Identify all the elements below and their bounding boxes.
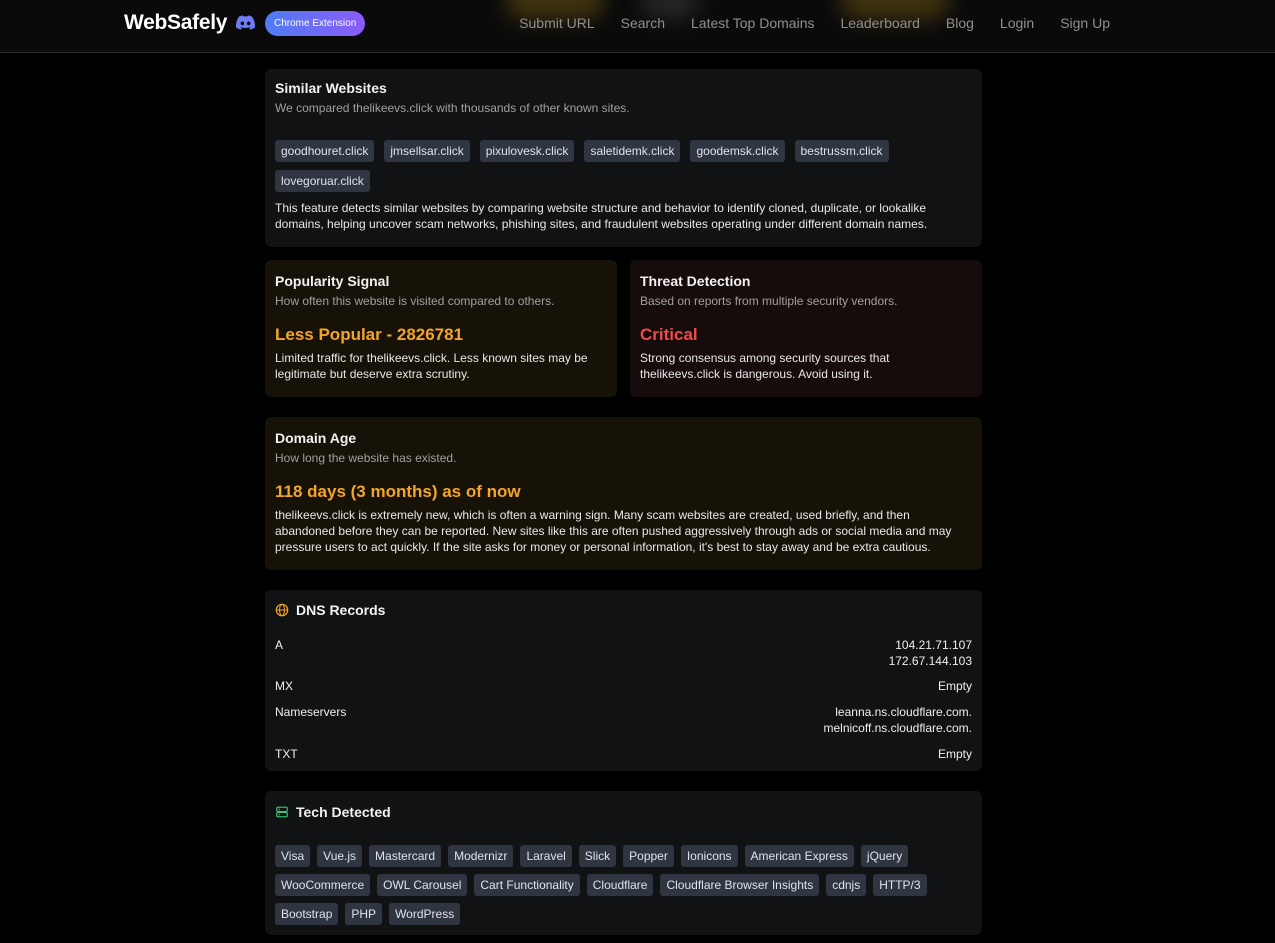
popularity-subtitle: How often this website is visited compar… (275, 294, 555, 308)
popularity-value: Less Popular - 2826781 (275, 325, 464, 344)
nav-search[interactable]: Search (621, 15, 665, 31)
tech-detected-card: Tech Detected Visa Vue.js Mastercard Mod… (265, 791, 982, 935)
tech-chip[interactable]: jQuery (860, 845, 909, 867)
similar-site-chip[interactable]: bestrussm.click (794, 140, 889, 162)
tech-chip[interactable]: Modernizr (448, 845, 514, 867)
tech-chip[interactable]: Slick (578, 845, 617, 867)
nav-latest-top-domains[interactable]: Latest Top Domains (691, 15, 814, 31)
similar-sites-list: goodhouret.click jmsellsar.click pixulov… (275, 140, 972, 192)
dns-record-type: MX (275, 679, 293, 693)
tech-list: Visa Vue.js Mastercard Modernizr Laravel… (275, 845, 972, 925)
nav-submit-url[interactable]: Submit URL (519, 15, 594, 31)
popularity-signal-card: Popularity Signal How often this website… (265, 260, 617, 397)
domain-age-value: 118 days (3 months) as of now (275, 482, 521, 501)
tech-chip[interactable]: American Express (744, 845, 854, 867)
similar-site-chip[interactable]: goodhouret.click (275, 140, 375, 162)
dns-record-value: leanna.ns.cloudflare.com. (835, 705, 972, 719)
tech-detected-title: Tech Detected (296, 804, 391, 820)
similar-site-chip[interactable]: saletidemk.click (584, 140, 681, 162)
tech-chip[interactable]: PHP (345, 903, 383, 925)
tech-chip[interactable]: Mastercard (369, 845, 442, 867)
dns-record-type: Nameservers (275, 705, 347, 719)
domain-age-card: Domain Age How long the website has exis… (265, 417, 982, 570)
tech-chip[interactable]: WooCommerce (275, 874, 371, 896)
dns-record-type: A (275, 638, 284, 652)
threat-description: Strong consensus among security sources … (640, 351, 890, 381)
top-nav-bar: WebSafely Chrome Extension Submit URL Se… (0, 0, 1275, 53)
dns-record-row: Nameservers leanna.ns.cloudflare.com. me… (275, 704, 972, 736)
domain-age-description: thelikeevs.click is extremely new, which… (275, 508, 952, 554)
dns-record-value: Empty (937, 679, 972, 693)
nav-login[interactable]: Login (1000, 15, 1034, 31)
dns-records-title: DNS Records (296, 602, 386, 618)
tech-detected-header: Tech Detected (275, 804, 972, 820)
dns-record-row: A 104.21.71.107 172.67.144.103 (275, 637, 972, 669)
tech-chip[interactable]: cdnjs (826, 874, 867, 896)
dns-record-row: MX Empty (275, 678, 972, 694)
popularity-description: Limited traffic for thelikeevs.click. Le… (275, 351, 588, 381)
dns-records-card: DNS Records A 104.21.71.107 172.67.144.1… (265, 590, 982, 771)
similar-site-chip[interactable]: jmsellsar.click (384, 140, 470, 162)
globe-icon (275, 603, 289, 617)
nav-leaderboard[interactable]: Leaderboard (840, 15, 919, 31)
threat-title: Threat Detection (640, 273, 751, 289)
tech-chip[interactable]: Visa (275, 845, 311, 867)
nav-sign-up[interactable]: Sign Up (1060, 15, 1110, 31)
tech-chip[interactable]: Cart Functionality (474, 874, 580, 896)
dns-record-value: 172.67.144.103 (888, 654, 972, 668)
chrome-extension-button[interactable]: Chrome Extension (265, 11, 366, 36)
tech-chip[interactable]: Popper (623, 845, 674, 867)
dns-record-type: TXT (275, 747, 298, 761)
tech-chip[interactable]: Cloudflare Browser Insights (660, 874, 820, 896)
site-logo[interactable]: WebSafely (124, 11, 227, 35)
dns-record-row: TXT Empty (275, 746, 972, 762)
domain-age-title: Domain Age (275, 430, 357, 446)
server-icon (276, 806, 288, 818)
tech-chip[interactable]: Cloudflare (586, 874, 654, 896)
main-nav: Submit URL Search Latest Top Domains Lea… (519, 15, 1110, 31)
threat-value: Critical (640, 325, 698, 344)
dns-records-header: DNS Records (275, 602, 972, 618)
similar-websites-subtitle: We compared thelikeevs.click with thousa… (275, 101, 630, 115)
tech-chip[interactable]: HTTP/3 (873, 874, 927, 896)
similar-site-chip[interactable]: goodemsk.click (690, 140, 785, 162)
tech-chip[interactable]: Vue.js (317, 845, 363, 867)
dns-record-value: melnicoff.ns.cloudflare.com. (823, 721, 972, 735)
domain-age-subtitle: How long the website has existed. (275, 451, 457, 465)
threat-subtitle: Based on reports from multiple security … (640, 294, 898, 308)
dns-record-value: Empty (937, 747, 972, 761)
discord-icon[interactable] (236, 15, 255, 30)
nav-blog[interactable]: Blog (946, 15, 974, 31)
dns-record-value: 104.21.71.107 (895, 638, 972, 652)
similar-websites-description: This feature detects similar websites by… (275, 201, 928, 231)
threat-detection-card: Threat Detection Based on reports from m… (630, 260, 982, 397)
similar-websites-card: Similar Websites We compared thelikeevs.… (265, 69, 982, 247)
similar-site-chip[interactable]: pixulovesk.click (479, 140, 575, 162)
tech-chip[interactable]: Laravel (520, 845, 572, 867)
tech-chip[interactable]: WordPress (389, 903, 461, 925)
popularity-title: Popularity Signal (275, 273, 390, 289)
similar-site-chip[interactable]: lovegoruar.click (275, 170, 370, 192)
similar-websites-title: Similar Websites (275, 80, 387, 96)
tech-chip[interactable]: OWL Carousel (377, 874, 468, 896)
tech-chip[interactable]: Bootstrap (275, 903, 339, 925)
tech-chip[interactable]: Ionicons (680, 845, 738, 867)
